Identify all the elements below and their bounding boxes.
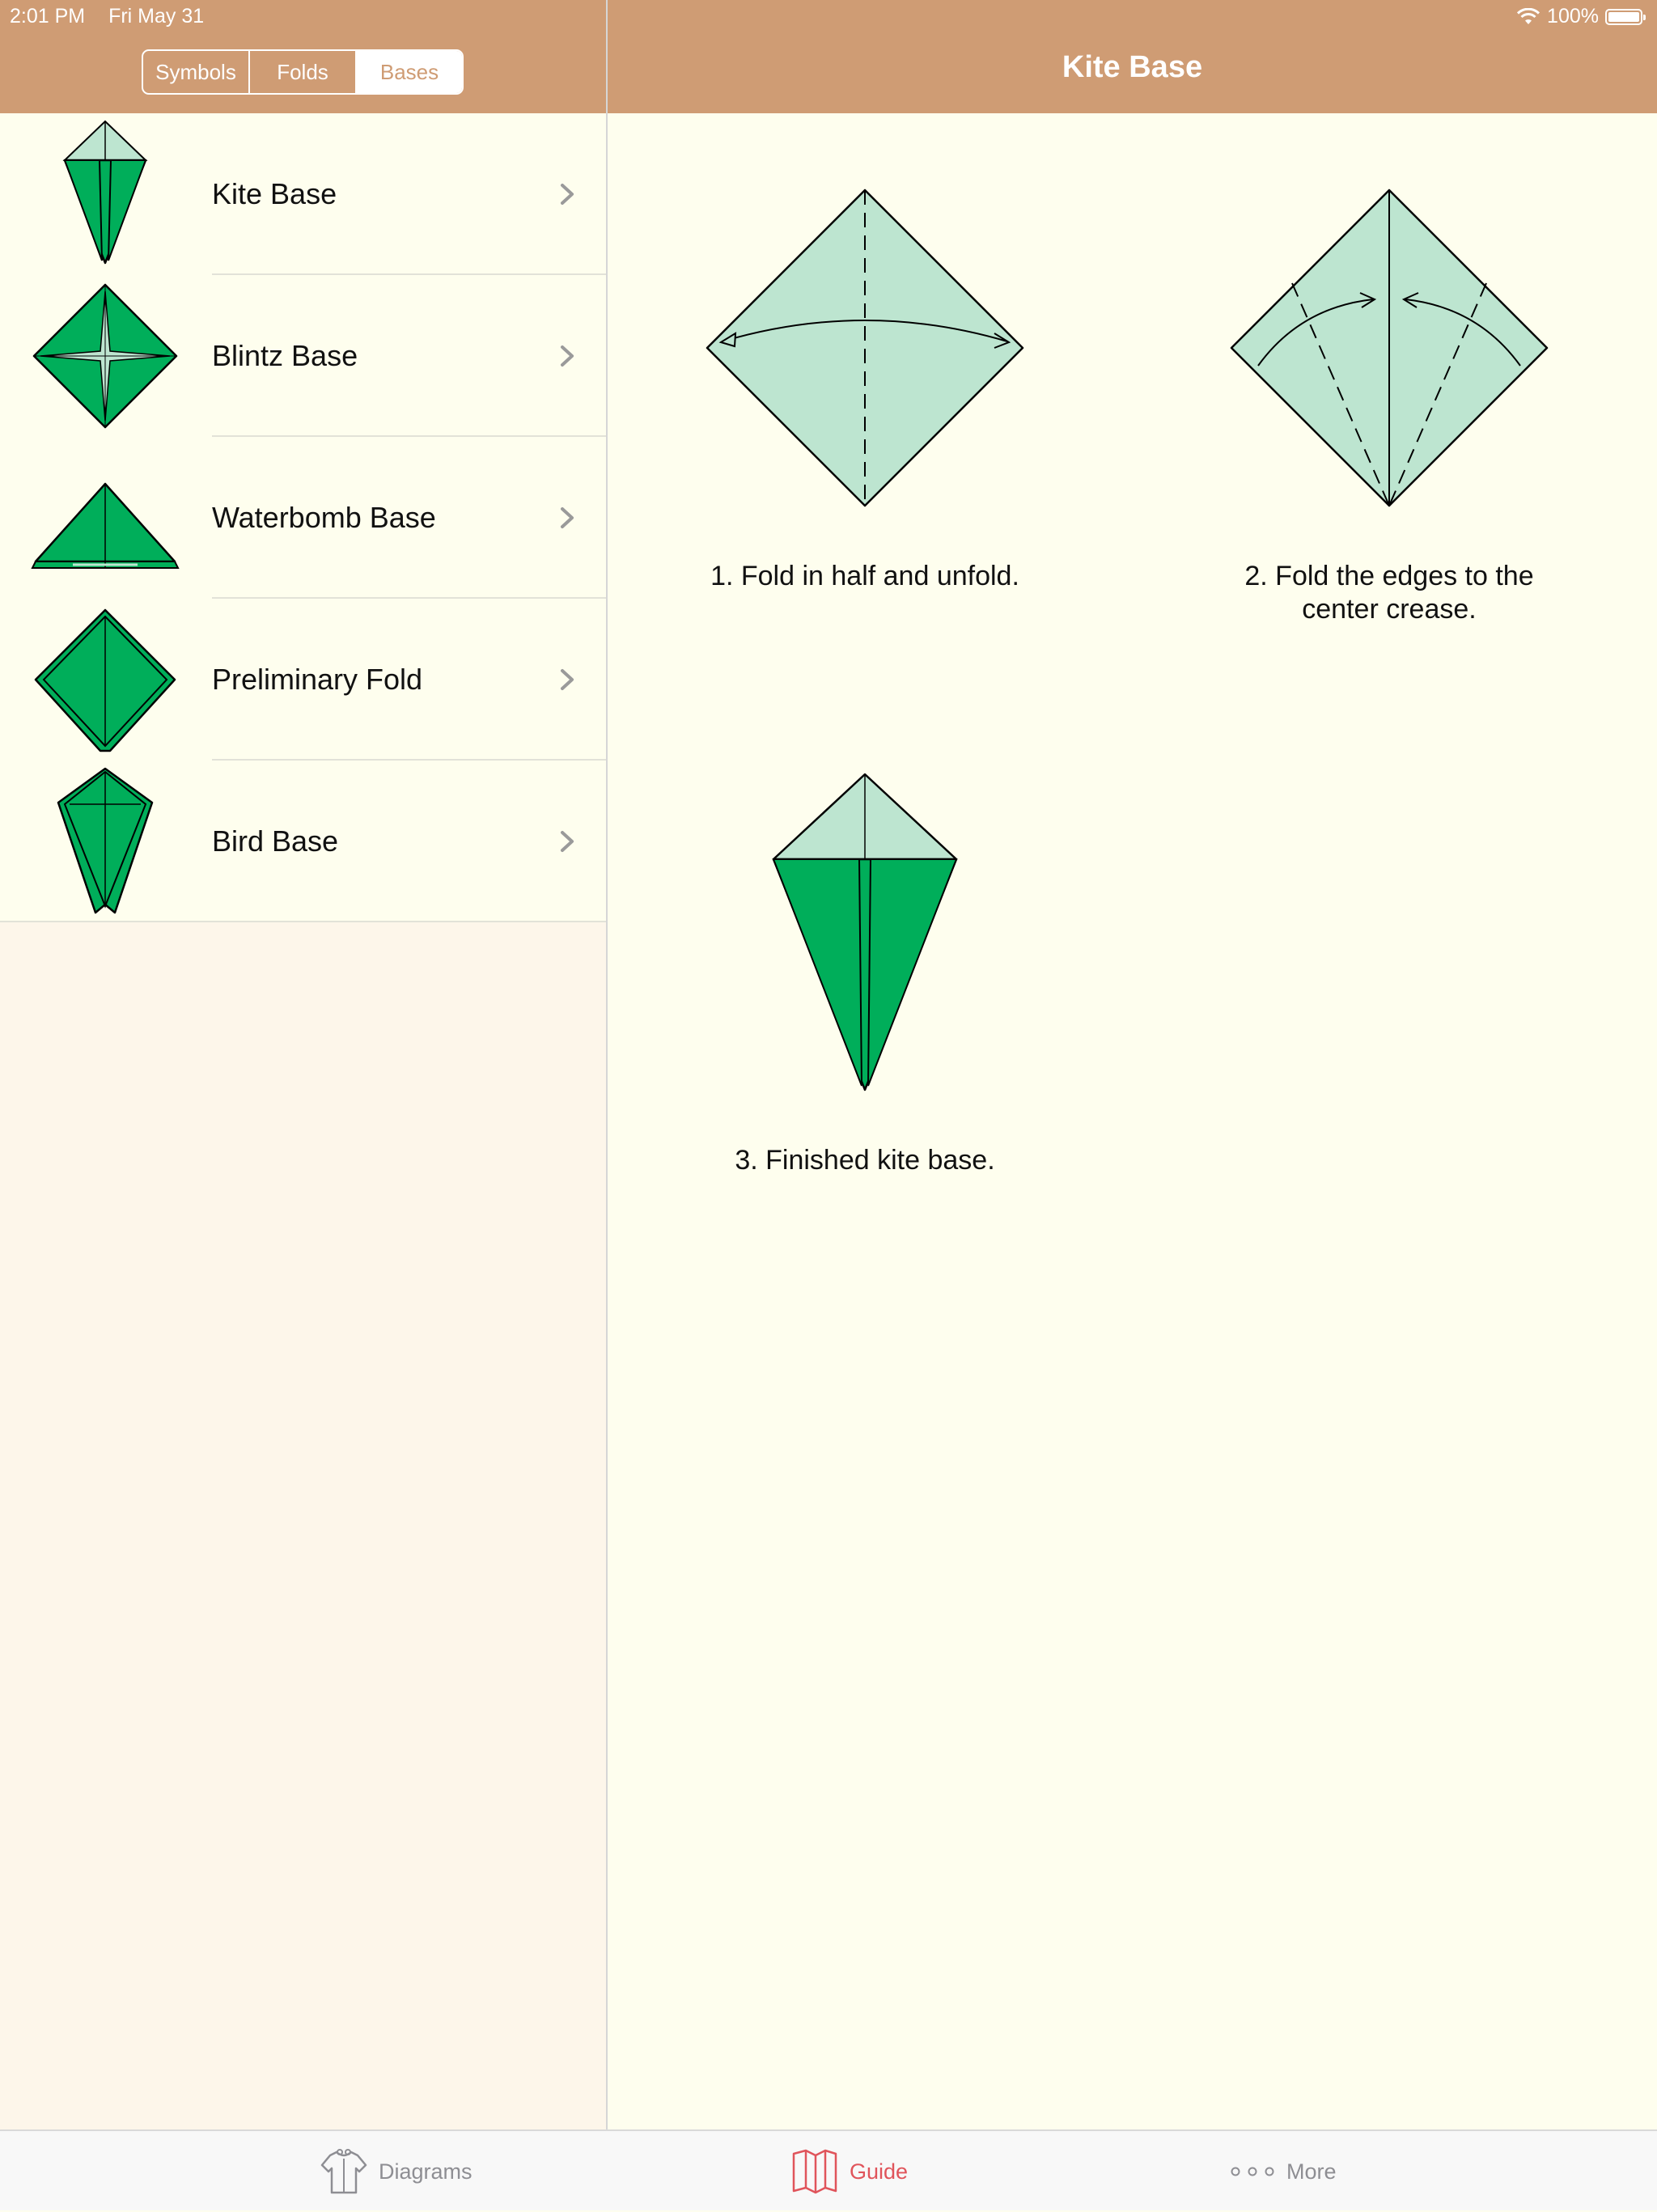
step-1: 1. Fold in half and unfold.: [703, 186, 1027, 752]
segment-symbols[interactable]: Symbols: [143, 51, 250, 93]
tab-more[interactable]: More: [1230, 2131, 1337, 2212]
step-caption: 1. Fold in half and unfold.: [710, 561, 1019, 591]
list-item-bird-base[interactable]: Bird Base: [0, 761, 606, 922]
list-item-blintz-base[interactable]: Blintz Base: [0, 275, 606, 437]
chevron-right-icon: [561, 184, 574, 205]
sidebar: Kite Base Blintz Base Waterbomb Base Pre…: [0, 113, 606, 2129]
preliminary-fold-icon: [34, 608, 176, 752]
step-3: 3. Finished kite base.: [703, 770, 1027, 1304]
status-date: Fri May 31: [108, 5, 205, 28]
page-title: Kite Base: [1062, 50, 1203, 84]
list-item-label: Bird Base: [212, 824, 339, 858]
waterbomb-base-icon: [31, 482, 180, 569]
list-item-preliminary-fold[interactable]: Preliminary Fold: [0, 599, 606, 761]
chevron-right-icon: [561, 345, 574, 367]
chevron-right-icon: [561, 831, 574, 852]
kite-base-icon: [62, 120, 148, 265]
step-2: 2. Fold the edges to the center crease.: [1227, 186, 1551, 752]
battery-percent: 100%: [1547, 5, 1599, 28]
list-item-kite-base[interactable]: Kite Base: [0, 113, 606, 275]
shirt-icon: [320, 2149, 367, 2194]
list-item-label: Blintz Base: [212, 339, 358, 372]
list-item-label: Kite Base: [212, 177, 337, 210]
bird-base-icon: [57, 767, 154, 914]
battery-icon: [1605, 8, 1646, 25]
finished-kite-diagram: [772, 773, 958, 1091]
main-content: 1. Fold in half and unfold. 2. Fold the …: [608, 113, 1657, 2129]
segment-folds[interactable]: Folds: [250, 51, 357, 93]
blintz-base-icon: [32, 283, 178, 429]
map-icon: [792, 2149, 837, 2194]
top-bar: 2:01 PM Fri May 31 100% Symbols Folds Ba…: [0, 0, 1657, 113]
wifi-icon: [1516, 7, 1540, 24]
step-caption: 2. Fold the edges to the center crease.: [1227, 560, 1551, 626]
segment-bases[interactable]: Bases: [357, 51, 462, 93]
chevron-right-icon: [561, 507, 574, 528]
step-caption: 3. Finished kite base.: [735, 1145, 995, 1176]
bases-list: Kite Base Blintz Base Waterbomb Base Pre…: [0, 113, 606, 922]
list-item-label: Preliminary Fold: [212, 663, 423, 696]
tab-label: More: [1286, 2159, 1337, 2184]
status-bar-right: 100%: [1516, 5, 1646, 28]
edges-to-center-diagram: [1230, 189, 1549, 507]
list-item-waterbomb-base[interactable]: Waterbomb Base: [0, 437, 606, 599]
tab-guide[interactable]: Guide: [791, 2131, 908, 2212]
list-item-label: Waterbomb Base: [212, 501, 436, 534]
step-caption-text: 2. Fold the edges to the center crease.: [1244, 561, 1534, 625]
tab-bar: Diagrams Guide More: [0, 2129, 1657, 2210]
more-dots-icon: [1231, 2167, 1274, 2176]
section-segmented-control: Symbols Folds Bases: [142, 49, 464, 95]
square-diamond-valley-fold-diagram: [706, 189, 1024, 507]
tab-label: Guide: [850, 2159, 909, 2184]
chevron-right-icon: [561, 669, 574, 690]
status-bar-left: 2:01 PM Fri May 31: [10, 5, 222, 28]
tab-label: Diagrams: [379, 2159, 473, 2184]
tab-diagrams[interactable]: Diagrams: [320, 2131, 473, 2212]
status-time: 2:01 PM: [10, 5, 86, 28]
